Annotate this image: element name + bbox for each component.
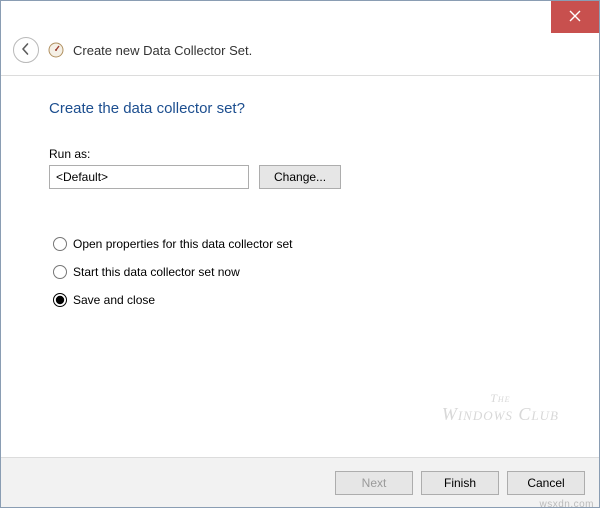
next-button: Next: [335, 471, 413, 495]
option-label: Save and close: [73, 293, 155, 307]
content-area: Create the data collector set? Run as: C…: [1, 76, 599, 307]
option-label: Start this data collector set now: [73, 265, 240, 279]
watermark-line1: The: [442, 392, 559, 405]
change-button[interactable]: Change...: [259, 165, 341, 189]
run-as-row: Change...: [49, 165, 551, 189]
titlebar: [1, 1, 599, 33]
cancel-button[interactable]: Cancel: [507, 471, 585, 495]
watermark-line2: Windows Club: [442, 405, 559, 425]
app-icon: [47, 41, 65, 59]
radio-start-now[interactable]: [53, 265, 67, 279]
option-save-close[interactable]: Save and close: [53, 293, 551, 307]
run-as-input[interactable]: [49, 165, 249, 189]
option-start-now[interactable]: Start this data collector set now: [53, 265, 551, 279]
header-bar: Create new Data Collector Set.: [1, 33, 599, 76]
close-icon: [569, 10, 581, 25]
option-open-properties[interactable]: Open properties for this data collector …: [53, 237, 551, 251]
footer-bar: Next Finish Cancel: [1, 457, 599, 507]
options-group: Open properties for this data collector …: [53, 237, 551, 307]
wizard-heading: Create the data collector set?: [49, 100, 551, 117]
watermark: The Windows Club: [442, 392, 559, 425]
radio-save-close[interactable]: [53, 293, 67, 307]
radio-open-properties[interactable]: [53, 237, 67, 251]
back-button[interactable]: [13, 37, 39, 63]
run-as-label: Run as:: [49, 147, 551, 161]
close-button[interactable]: [551, 1, 599, 33]
option-label: Open properties for this data collector …: [73, 237, 292, 251]
page-title: Create new Data Collector Set.: [73, 43, 252, 58]
wizard-window: Create new Data Collector Set. Create th…: [0, 0, 600, 508]
finish-button[interactable]: Finish: [421, 471, 499, 495]
arrow-left-icon: [19, 42, 33, 59]
